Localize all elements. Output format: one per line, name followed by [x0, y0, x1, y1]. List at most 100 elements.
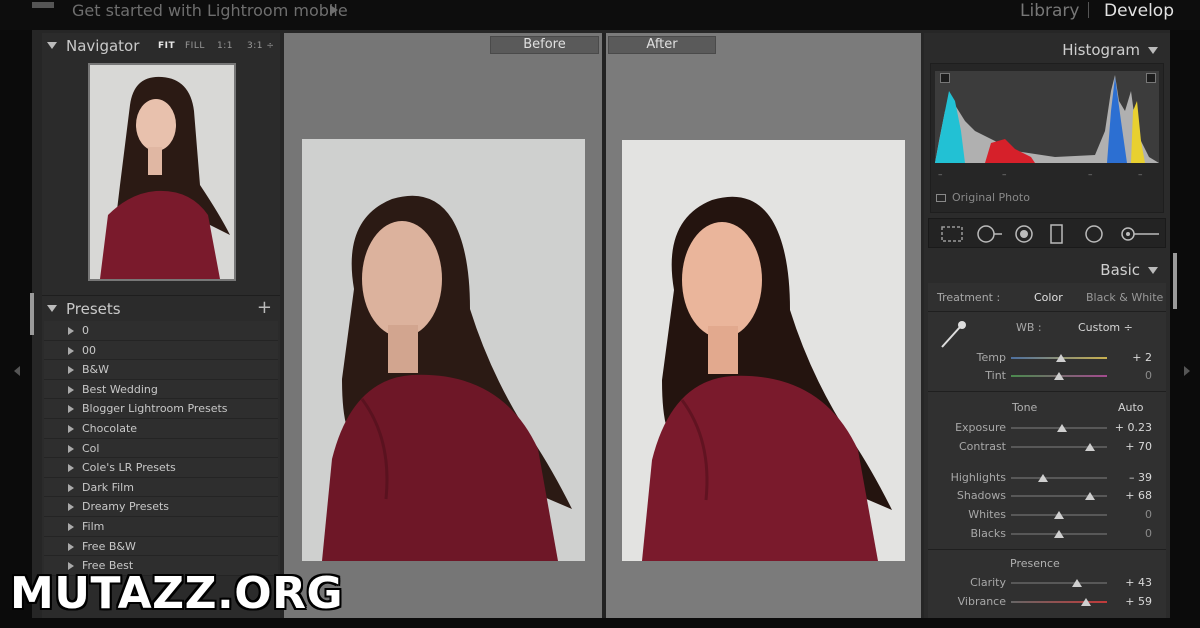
- slider-track[interactable]: [1011, 443, 1107, 451]
- navigator-preview[interactable]: [88, 63, 236, 281]
- expand-icon[interactable]: [68, 444, 74, 453]
- preset-folder-label: Chocolate: [82, 421, 138, 435]
- slider-value[interactable]: + 0.23: [1115, 421, 1152, 434]
- slider-value[interactable]: + 59: [1125, 595, 1152, 608]
- left-scrollbar[interactable]: [30, 293, 34, 335]
- slider-thumb[interactable]: [1072, 579, 1083, 587]
- expand-icon[interactable]: [68, 464, 74, 473]
- preset-folder[interactable]: Best Wedding: [44, 379, 278, 400]
- slider-thumb[interactable]: [1084, 492, 1095, 500]
- left-panel-toggle-icon[interactable]: [14, 366, 20, 376]
- slider-track[interactable]: [1011, 354, 1107, 362]
- treatment-color[interactable]: Color: [1034, 291, 1063, 304]
- highlight-clipping-icon[interactable]: [1146, 73, 1156, 83]
- after-photo[interactable]: [622, 140, 905, 561]
- adjustment-brush-icon[interactable]: [1119, 224, 1161, 244]
- slider-value[interactable]: + 68: [1125, 489, 1152, 502]
- collapse-icon[interactable]: [47, 305, 57, 312]
- zoom-fit[interactable]: FIT: [158, 41, 175, 51]
- checkbox-icon[interactable]: [936, 194, 946, 202]
- preset-folder[interactable]: Blogger Lightroom Presets: [44, 399, 278, 419]
- histogram-graph[interactable]: [935, 71, 1159, 163]
- graduated-filter-icon[interactable]: [1049, 224, 1065, 246]
- presence-label: Presence: [1010, 557, 1060, 570]
- crop-icon[interactable]: [939, 224, 965, 244]
- collapse-icon[interactable]: [1148, 47, 1158, 54]
- expand-icon[interactable]: [68, 366, 74, 375]
- wb-select[interactable]: Custom ÷: [1078, 321, 1133, 334]
- collapse-icon[interactable]: [1148, 267, 1158, 274]
- slider-track[interactable]: [1011, 598, 1107, 606]
- module-library[interactable]: Library: [1020, 2, 1079, 20]
- slider-value[interactable]: 0: [1145, 508, 1152, 521]
- tone-auto-button[interactable]: Auto: [1118, 401, 1144, 414]
- slider-thumb[interactable]: [1037, 474, 1048, 482]
- expand-icon[interactable]: [68, 483, 74, 492]
- add-preset-icon[interactable]: +: [257, 297, 272, 318]
- expand-icon[interactable]: [68, 327, 74, 335]
- slider-track[interactable]: [1011, 511, 1107, 519]
- original-photo-toggle[interactable]: Original Photo: [936, 191, 1030, 204]
- radial-filter-icon[interactable]: [1083, 224, 1105, 244]
- identity-plate-title[interactable]: Get started with Lightroom mobile: [72, 2, 348, 20]
- histogram-header[interactable]: Histogram: [924, 35, 1170, 63]
- expand-icon[interactable]: [68, 542, 74, 551]
- preset-folder[interactable]: Dark Film: [44, 477, 278, 498]
- expand-icon[interactable]: [68, 405, 74, 414]
- zoom-1-1[interactable]: 1:1: [217, 41, 233, 51]
- slider-track[interactable]: [1011, 492, 1107, 500]
- expand-icon[interactable]: [68, 346, 74, 355]
- shadow-clipping-icon[interactable]: [940, 73, 950, 83]
- slider-thumb[interactable]: [1055, 354, 1066, 362]
- preset-folder[interactable]: Dreamy Presets: [44, 497, 278, 517]
- slider-thumb[interactable]: [1054, 530, 1064, 538]
- histogram-title: Histogram: [1062, 41, 1140, 59]
- preset-folder[interactable]: 0: [44, 321, 278, 341]
- preset-folder[interactable]: Cole's LR Presets: [44, 458, 278, 478]
- preset-folder[interactable]: Free B&W: [44, 536, 278, 557]
- preset-folder-label: Free B&W: [82, 539, 136, 553]
- slider-track[interactable]: [1011, 579, 1107, 587]
- play-arrow-icon[interactable]: [330, 5, 338, 15]
- slider-value[interactable]: 0: [1145, 369, 1152, 382]
- slider-thumb[interactable]: [1084, 443, 1095, 451]
- zoom-fill[interactable]: FILL: [185, 41, 205, 51]
- preset-folder[interactable]: 00: [44, 340, 278, 361]
- slider-value[interactable]: + 70: [1125, 440, 1152, 453]
- slider-track[interactable]: [1011, 424, 1107, 432]
- slider-thumb[interactable]: [1080, 598, 1091, 606]
- right-panel-toggle-icon[interactable]: [1184, 366, 1190, 376]
- tick: –: [1002, 170, 1007, 180]
- before-photo[interactable]: [302, 139, 585, 561]
- basic-header[interactable]: Basic: [924, 255, 1170, 283]
- right-scrollbar[interactable]: [1173, 253, 1177, 309]
- slider-value[interactable]: 0: [1145, 527, 1152, 540]
- expand-icon[interactable]: [68, 503, 74, 512]
- slider-value[interactable]: – 39: [1129, 471, 1152, 484]
- slider-thumb[interactable]: [1054, 372, 1064, 380]
- left-panel: Navigator FIT FILL 1:1 3:1 ÷ Presets + 0…: [42, 33, 280, 618]
- slider-thumb[interactable]: [1054, 511, 1064, 519]
- slider-thumb[interactable]: [1056, 424, 1067, 432]
- slider-track[interactable]: [1011, 474, 1107, 482]
- slider-track[interactable]: [1011, 530, 1107, 538]
- expand-icon[interactable]: [68, 385, 74, 394]
- treatment-black-white[interactable]: Black & White: [1086, 291, 1163, 304]
- zoom-3-1[interactable]: 3:1 ÷: [247, 41, 274, 51]
- presets-header[interactable]: Presets +: [42, 295, 280, 321]
- preset-folder[interactable]: Chocolate: [44, 418, 278, 439]
- slider-value[interactable]: + 2: [1132, 351, 1152, 364]
- slider-track[interactable]: [1011, 372, 1107, 380]
- spot-removal-icon[interactable]: [975, 224, 1005, 244]
- expand-icon[interactable]: [68, 424, 74, 433]
- red-eye-icon[interactable]: [1013, 224, 1035, 244]
- expand-icon[interactable]: [68, 522, 74, 531]
- navigator-header[interactable]: Navigator FIT FILL 1:1 3:1 ÷: [42, 33, 280, 59]
- eyedropper-icon[interactable]: [938, 317, 968, 351]
- preset-folder[interactable]: Col: [44, 438, 278, 459]
- preset-folder[interactable]: Film: [44, 516, 278, 537]
- preset-folder[interactable]: B&W: [44, 360, 278, 380]
- module-develop[interactable]: Develop: [1104, 2, 1174, 20]
- collapse-icon[interactable]: [47, 42, 57, 49]
- slider-value[interactable]: + 43: [1125, 576, 1152, 589]
